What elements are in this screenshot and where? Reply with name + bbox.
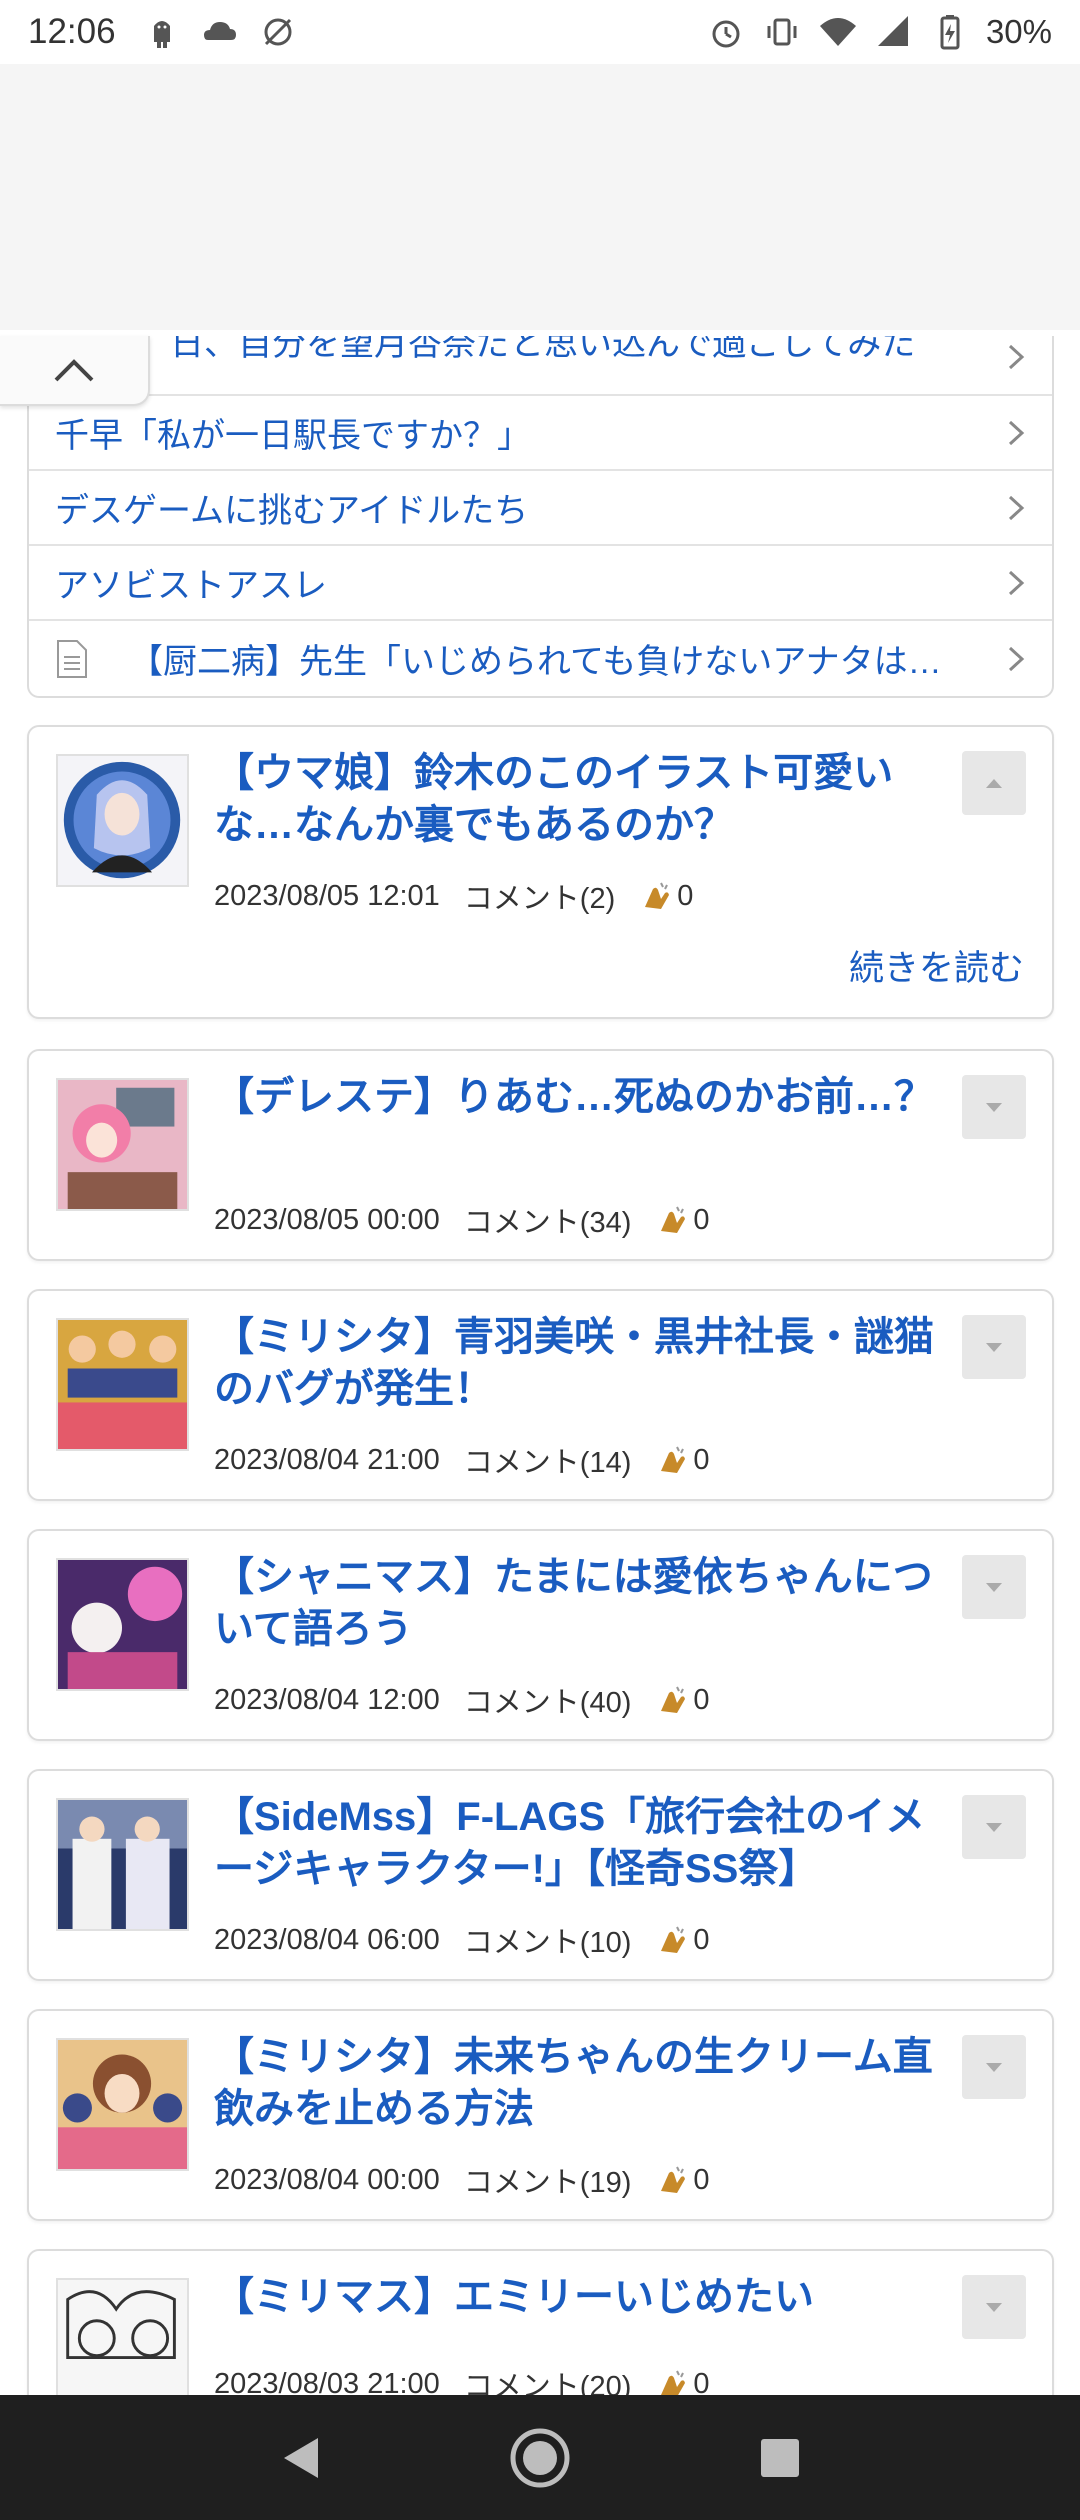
related-item[interactable]: 千早「私が一日駅長ですか？」	[29, 396, 1052, 471]
collapse-button[interactable]	[962, 751, 1026, 815]
clap-count: 0	[693, 1443, 710, 1476]
document-icon	[57, 639, 87, 678]
article-date: 2023/08/04 06:00	[214, 1923, 440, 1956]
battery-percent: 30%	[985, 13, 1052, 50]
expand-button[interactable]	[962, 1555, 1026, 1619]
recents-button[interactable]	[745, 2423, 815, 2493]
article-thumbnail	[56, 1798, 189, 1931]
vibrate-icon	[767, 18, 797, 46]
article-card[interactable]: 【ウマ娘】鈴木のこのイラスト可愛いな…なんか裏でもあるのか？ 2023/08/0…	[27, 725, 1054, 1019]
home-button[interactable]	[505, 2423, 575, 2493]
chevron-right-icon	[1008, 495, 1025, 520]
article-title[interactable]: 【シャニマス】たまには愛依ちゃんについて語ろう	[214, 1551, 954, 1655]
clap-icon	[661, 1926, 686, 1953]
chevron-right-icon	[1008, 420, 1025, 445]
expand-button[interactable]	[962, 1075, 1026, 1139]
article-card[interactable]: 【デレステ】りあむ…死ぬのかお前…？ 2023/08/05 00:00 コメント…	[27, 1049, 1054, 1261]
chevron-right-icon	[1008, 344, 1025, 370]
article-thumbnail	[56, 1558, 189, 1691]
article-meta: 2023/08/04 12:00 コメント(40) 0	[214, 1679, 710, 1721]
clap-count: 0	[677, 879, 694, 912]
article-comments[interactable]: コメント(19)	[464, 2159, 632, 2201]
expand-button[interactable]	[962, 1795, 1026, 1859]
clap-icon	[661, 1206, 686, 1233]
article-thumbnail	[56, 2278, 189, 2411]
ad-space	[0, 64, 1080, 330]
home-icon	[510, 2428, 570, 2487]
clap-icon	[661, 2166, 686, 2193]
article-meta: 2023/08/05 12:01 コメント(2) 0	[214, 875, 693, 917]
related-articles-list: 日、自分を望月杏奈だと思い込んで過ごしてみた 千早「私が一日駅長ですか？」 デス…	[27, 336, 1054, 698]
triangle-down-icon	[986, 1823, 1002, 1832]
chevron-up-icon	[54, 359, 94, 382]
article-card[interactable]: 【ミリシタ】未来ちゃんの生クリーム直飲みを止める方法 2023/08/04 00…	[27, 2009, 1054, 2221]
alarm-icon	[712, 20, 740, 48]
triangle-down-icon	[986, 1583, 1002, 1592]
clap-count: 0	[693, 1203, 710, 1236]
system-nav-bar	[0, 2395, 1080, 2520]
clap-icon	[661, 1446, 686, 1473]
expand-button[interactable]	[962, 1315, 1026, 1379]
cloud-icon	[203, 22, 236, 40]
article-title[interactable]: 【SideMss】F-LAGS「旅行会社のイメージキャラクター!」【怪奇SS祭】	[214, 1791, 954, 1895]
article-meta: 2023/08/04 06:00 コメント(10) 0	[214, 1919, 710, 1961]
read-more-link[interactable]: 続きを読む	[849, 940, 1024, 991]
article-title[interactable]: 【ミリシタ】青羽美咲・黒井社長・謎猫のバグが発生！	[214, 1311, 954, 1415]
expand-button[interactable]	[962, 2275, 1026, 2339]
triangle-down-icon	[986, 2303, 1002, 2312]
wifi-icon	[819, 18, 856, 46]
article-date: 2023/08/04 21:00	[214, 1443, 440, 1476]
recents-icon	[761, 2438, 799, 2477]
article-comments[interactable]: コメント(2)	[464, 875, 615, 917]
related-item[interactable]: アソビストアスレ	[29, 546, 1052, 621]
clap-icon	[661, 1686, 686, 1713]
article-date: 2023/08/04 00:00	[214, 2163, 440, 2196]
article-comments[interactable]: コメント(10)	[464, 1919, 632, 1961]
battery-charging-icon	[940, 15, 960, 50]
signal-icon	[877, 16, 908, 46]
triangle-down-icon	[986, 1343, 1002, 1352]
article-meta: 2023/08/04 00:00 コメント(19) 0	[214, 2159, 710, 2201]
page: 12:06 30% 日、自分を望月杏奈だと思い込んで過ごしてみた 千早「私が一日…	[0, 0, 1080, 2520]
clap-count: 0	[693, 1923, 710, 1956]
status-bar: 12:06 30%	[0, 0, 1080, 64]
triangle-down-icon	[986, 1103, 1002, 1112]
article-date: 2023/08/04 12:00	[214, 1683, 440, 1716]
related-item[interactable]: 【厨二病】先生「いじめられても負けないアナタは…	[29, 621, 1052, 696]
triangle-down-icon	[986, 2063, 1002, 2072]
article-title[interactable]: 【ミリマス】エミリーいじめたい	[214, 2271, 954, 2323]
clap-icon	[645, 882, 670, 909]
android-debug-icon	[153, 21, 170, 48]
related-item[interactable]: 日、自分を望月杏奈だと思い込んで過ごしてみた	[29, 336, 1052, 396]
article-meta: 2023/08/04 21:00 コメント(14) 0	[214, 1439, 710, 1481]
article-thumbnail	[56, 1318, 189, 1451]
article-date: 2023/08/05 12:01	[214, 879, 440, 912]
triangle-up-icon	[986, 779, 1002, 788]
article-comments[interactable]: コメント(34)	[464, 1199, 632, 1241]
scroll-to-top-button[interactable]	[0, 336, 150, 406]
article-thumbnail	[56, 754, 189, 887]
chevron-right-icon	[1008, 570, 1025, 595]
article-title[interactable]: 【ミリシタ】未来ちゃんの生クリーム直飲みを止める方法	[214, 2031, 954, 2135]
chevron-right-icon	[1008, 646, 1025, 671]
article-thumbnail	[56, 1078, 189, 1211]
article-card[interactable]: 【SideMss】F-LAGS「旅行会社のイメージキャラクター!」【怪奇SS祭】…	[27, 1769, 1054, 1981]
article-card[interactable]: 【ミリシタ】青羽美咲・黒井社長・謎猫のバグが発生！ 2023/08/04 21:…	[27, 1289, 1054, 1501]
related-item[interactable]: デスゲームに挑むアイドルたち	[29, 471, 1052, 546]
article-date: 2023/08/05 00:00	[214, 1203, 440, 1236]
clap-count: 0	[693, 2163, 710, 2196]
clap-count: 0	[693, 1683, 710, 1716]
article-title[interactable]: 【デレステ】りあむ…死ぬのかお前…？	[214, 1071, 954, 1123]
article-comments[interactable]: コメント(14)	[464, 1439, 632, 1481]
article-comments[interactable]: コメント(40)	[464, 1679, 632, 1721]
article-title[interactable]: 【ウマ娘】鈴木のこのイラスト可愛いな…なんか裏でもあるのか？	[214, 747, 954, 851]
article-thumbnail	[56, 2038, 189, 2171]
back-icon	[284, 2437, 318, 2478]
status-time: 12:06	[28, 12, 116, 51]
sync-off-icon	[264, 18, 292, 46]
back-button[interactable]	[265, 2423, 335, 2493]
expand-button[interactable]	[962, 2035, 1026, 2099]
article-card[interactable]: 【シャニマス】たまには愛依ちゃんについて語ろう 2023/08/04 12:00…	[27, 1529, 1054, 1741]
article-meta: 2023/08/05 00:00 コメント(34) 0	[214, 1199, 710, 1241]
